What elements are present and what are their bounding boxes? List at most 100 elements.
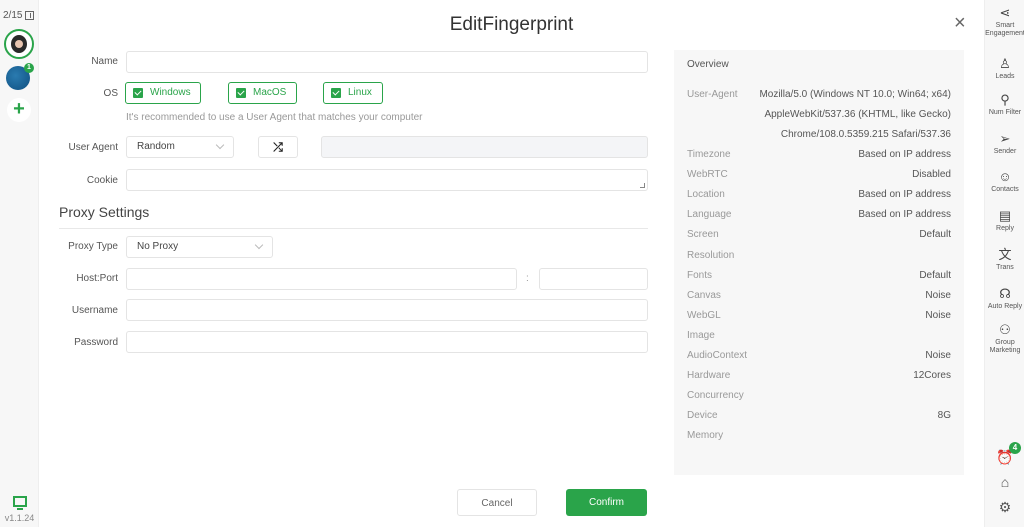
username-label: Username	[71, 305, 118, 316]
host-port-separator: :	[526, 273, 529, 284]
sidebar-item-label: Group Marketing	[989, 339, 1021, 354]
sidebar-item-label: Auto Reply	[987, 303, 1023, 310]
cookie-textarea[interactable]	[126, 169, 648, 191]
os-windows-checkbox[interactable]: Windows	[125, 82, 201, 104]
settings-icon[interactable]: ⚙	[985, 499, 1024, 516]
overview-key: Timezone	[687, 149, 731, 160]
overview-key: Language	[687, 209, 732, 221]
overview-value: Based on IP address	[858, 189, 951, 201]
collapse-panel-icon[interactable]	[25, 11, 35, 20]
section-divider	[59, 228, 648, 229]
overview-key: Location	[687, 189, 725, 201]
name-input[interactable]	[126, 51, 648, 73]
version-label: v1.1.24	[4, 513, 35, 523]
user-agent-label: User Agent	[68, 142, 118, 153]
overview-value: Mozilla/5.0 (Windows NT 10.0; Win64; x64…	[759, 89, 951, 100]
os-label: OS	[103, 88, 118, 99]
overview-key: Fonts	[687, 269, 713, 281]
sidebar-item-num-filter[interactable]: ⚲ Num Filter	[985, 93, 1024, 117]
confirm-button[interactable]: Confirm	[566, 489, 647, 516]
sidebar-item-smart-engagement[interactable]: ⋖ Smart Engagement	[985, 6, 1024, 38]
overview-key: Concurrency	[687, 390, 744, 402]
sidebar-item-label: Contacts	[991, 186, 1019, 193]
sidebar-item-trans[interactable]: 文 Trans	[985, 248, 1024, 272]
overview-value: Noise	[925, 350, 951, 361]
sidebar-item-sender[interactable]: ➢ Sender	[985, 132, 1024, 156]
share-icon: ⋖	[999, 5, 1011, 20]
overview-value: Based on IP address	[858, 149, 951, 160]
overview-key: Memory	[687, 430, 724, 442]
sidebar-item-auto-reply[interactable]: ☊ Auto Reply	[985, 287, 1024, 311]
edit-fingerprint-dialog: EditFingerprint × Name OS Windows MacOS …	[40, 0, 983, 527]
avatar-face	[15, 40, 23, 48]
avatar-badge: 1	[24, 63, 34, 73]
overview-value: Default	[919, 229, 951, 241]
resize-handle-icon[interactable]	[640, 183, 645, 188]
username-input[interactable]	[126, 299, 648, 321]
overview-key: WebGL	[687, 309, 721, 321]
contacts-icon: ☺	[998, 169, 1012, 184]
cancel-button[interactable]: Cancel	[457, 489, 537, 516]
account-count-text: 2/15	[3, 10, 23, 21]
left-sidebar: 2/15 1 + v1.1.24	[0, 0, 39, 527]
dialog-title: EditFingerprint	[449, 14, 574, 35]
alarm-button[interactable]: ⏰ 4	[985, 442, 1024, 466]
user-agent-select[interactable]: Random	[126, 136, 234, 158]
avatar-active[interactable]	[4, 29, 34, 59]
proxy-type-label: Proxy Type	[68, 241, 118, 252]
num-filter-icon: ⚲	[1000, 92, 1010, 107]
overview-panel: Overview User-Agent Mozilla/5.0 (Windows…	[674, 50, 964, 475]
password-label: Password	[74, 337, 118, 348]
proxy-type-selected: No Proxy	[137, 241, 179, 252]
overview-key: Image	[687, 329, 715, 341]
overview-value: 8G	[937, 410, 951, 422]
os-macos-label: MacOS	[253, 87, 287, 98]
sidebar-item-leads[interactable]: ♙ Leads	[985, 57, 1024, 81]
chevron-down-icon	[254, 240, 264, 250]
account-count: 2/15	[3, 10, 35, 21]
close-icon[interactable]: ×	[954, 12, 966, 35]
chevron-down-icon	[215, 140, 225, 150]
password-input[interactable]	[126, 331, 648, 353]
sidebar-item-label: Leads	[995, 73, 1015, 80]
headset-icon: ☊	[999, 286, 1011, 301]
sidebar-item-reply[interactable]: ▤ Reply	[985, 209, 1024, 233]
shuffle-button[interactable]: ⤮	[258, 136, 298, 158]
send-icon: ➢	[999, 131, 1011, 146]
overview-title: Overview	[687, 59, 729, 70]
check-icon	[236, 88, 246, 98]
monitor-icon[interactable]	[12, 496, 27, 510]
overview-key: Resolution	[687, 249, 735, 261]
sidebar-item-label: Sender	[993, 148, 1017, 155]
proxy-settings-heading: Proxy Settings	[59, 204, 150, 220]
overview-value: Noise	[925, 289, 951, 301]
leads-icon: ♙	[999, 56, 1011, 71]
host-port-label: Host:Port	[76, 273, 118, 284]
os-linux-checkbox[interactable]: Linux	[323, 82, 383, 104]
right-sidebar: ⋖ Smart Engagement ♙ Leads ⚲ Num Filter ➢ Sende…	[984, 0, 1024, 527]
sidebar-item-contacts[interactable]: ☺ Contacts	[985, 170, 1024, 194]
proxy-type-select[interactable]: No Proxy	[126, 236, 273, 258]
host-input[interactable]	[126, 268, 517, 290]
overview-value: Based on IP address	[858, 209, 951, 221]
os-macos-checkbox[interactable]: MacOS	[228, 82, 297, 104]
avatar-secondary[interactable]: 1	[6, 63, 34, 90]
os-hint: It's recommended to use a User Agent tha…	[126, 112, 423, 123]
sidebar-item-group-marketing[interactable]: ⚇ Group Marketing	[985, 323, 1024, 355]
overview-value: Default	[919, 269, 951, 281]
overview-key: WebRTC	[687, 169, 728, 181]
user-agent-value	[321, 136, 648, 158]
overview-value: Chrome/108.0.5359.215 Safari/537.36	[780, 129, 951, 140]
os-windows-label: Windows	[150, 87, 191, 98]
overview-value: 12Cores	[913, 370, 951, 382]
overview-key: Canvas	[687, 289, 721, 301]
port-input[interactable]	[539, 268, 648, 290]
reply-icon: ▤	[998, 208, 1012, 223]
group-icon: ⚇	[999, 322, 1011, 337]
cookie-label: Cookie	[86, 175, 118, 186]
store-icon[interactable]: ⌂	[985, 474, 1024, 490]
overview-value: AppleWebKit/537.36 (KHTML, like Gecko)	[764, 109, 951, 120]
alarm-badge: 4	[1009, 442, 1021, 454]
add-account-button[interactable]: +	[7, 98, 31, 122]
overview-key: User-Agent	[687, 89, 738, 100]
